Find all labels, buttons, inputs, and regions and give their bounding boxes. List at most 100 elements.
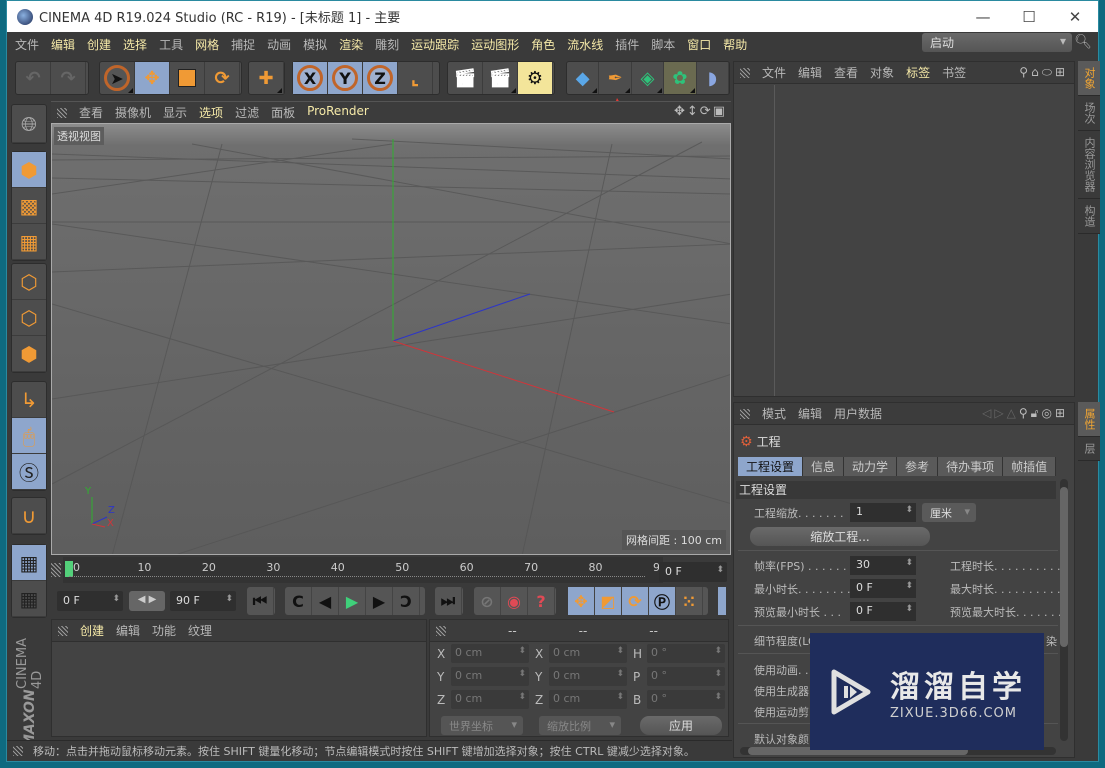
dock-tab-1[interactable]: 层	[1078, 437, 1100, 461]
material-menu-item-3[interactable]: 纹理	[188, 622, 212, 639]
dock-tab-0[interactable]: 属性	[1078, 402, 1100, 437]
tab-5[interactable]: 帧插值	[1003, 457, 1057, 476]
menu-item-13[interactable]: 角色	[531, 36, 555, 53]
panel-grip-icon[interactable]	[58, 625, 68, 636]
material-menu-item-0[interactable]: 创建	[80, 622, 104, 639]
menu-item-0[interactable]: 文件	[15, 36, 39, 53]
coord-value-field[interactable]: 0 cm	[451, 690, 529, 709]
viewport-menu-item-4[interactable]: 过滤	[235, 104, 259, 121]
layout-globe-button[interactable]: 🌐︎	[12, 105, 46, 143]
viewport-menu-item-0[interactable]: 查看	[79, 104, 103, 121]
end-frame-field[interactable]: 90 F	[170, 591, 236, 611]
tab-0[interactable]: 工程设置	[738, 457, 804, 476]
render-view-button[interactable]: 🎬︎	[448, 62, 483, 94]
back-forward-icon[interactable]: ◁▷	[982, 406, 1006, 420]
timeline-ruler[interactable]: 0102030405060708090	[63, 557, 667, 583]
range-slider[interactable]: ◀ ▶	[129, 591, 165, 611]
object-menu-item-2[interactable]: 查看	[834, 64, 858, 81]
z-axis-button[interactable]: Z	[363, 62, 398, 94]
menu-item-14[interactable]: 流水线	[567, 36, 603, 53]
key-parameter-button[interactable]: Ⓟ	[649, 587, 676, 615]
dock-tab-1[interactable]: 场次	[1078, 96, 1100, 131]
orbit-icon[interactable]: ⟳	[700, 104, 713, 119]
texture-mode-button[interactable]: ▩	[12, 188, 46, 224]
viewport-menu-item-3[interactable]: 选项	[199, 104, 223, 121]
panel-grip-icon[interactable]	[740, 67, 750, 78]
timeline-grip-icon[interactable]	[51, 563, 61, 577]
menu-item-18[interactable]: 帮助	[723, 36, 747, 53]
pan-icon[interactable]: ✥	[674, 104, 687, 119]
perspective-viewport[interactable]: Y Z X 透视视图 网格间距 : 100 cm	[51, 123, 731, 555]
apply-button[interactable]: 应用	[640, 716, 722, 735]
attribute-menu-item-2[interactable]: 用户数据	[834, 405, 882, 422]
prev-key-button[interactable]: C	[285, 587, 312, 615]
search-icon[interactable]: ⚲	[1019, 406, 1031, 420]
maximize-button[interactable]: ☐	[1006, 1, 1052, 32]
points-mode-button[interactable]: ⬡	[12, 264, 46, 300]
scale-project-button[interactable]: 缩放工程...	[750, 527, 930, 546]
menu-item-1[interactable]: 编辑	[51, 36, 75, 53]
keyframe-selection-button[interactable]: ?	[528, 587, 555, 615]
pen-spline-button[interactable]: ✒	[599, 62, 632, 94]
dock-tab-2[interactable]: 内容浏览器	[1078, 131, 1100, 199]
project-scale-field[interactable]: 1	[850, 503, 916, 522]
solo-button[interactable]: Ⓢ	[12, 454, 46, 490]
panel-grip-icon[interactable]	[740, 408, 750, 419]
prev-frame-button[interactable]: ◀	[312, 587, 339, 615]
attribute-menu-item-0[interactable]: 模式	[762, 405, 786, 422]
minimize-button[interactable]: —	[960, 1, 1006, 32]
nurbs-button[interactable]: ◈	[632, 62, 665, 94]
coord-space-dropdown[interactable]: 世界坐标	[441, 716, 523, 735]
search-icon[interactable]: 🔍︎	[1074, 34, 1092, 50]
menu-item-17[interactable]: 窗口	[687, 36, 711, 53]
tab-3[interactable]: 参考	[897, 457, 939, 476]
menu-item-7[interactable]: 动画	[267, 36, 291, 53]
menu-item-10[interactable]: 雕刻	[375, 36, 399, 53]
record-keys-button[interactable]: ⊘	[474, 587, 501, 615]
coord-value-field[interactable]: 0 °	[647, 690, 725, 709]
dock-tab-3[interactable]: 构造	[1078, 199, 1100, 234]
key-rotation-button[interactable]: ⟳	[622, 587, 649, 615]
search-icon[interactable]: ⚲	[1019, 65, 1031, 79]
y-axis-button[interactable]: Y	[328, 62, 363, 94]
next-key-button[interactable]: Ɔ	[393, 587, 420, 615]
workplane-align-button[interactable]: ▦	[12, 581, 46, 617]
move-tool-button[interactable]: ✥	[135, 62, 170, 94]
target-icon[interactable]: ◎	[1041, 406, 1054, 420]
x-axis-button[interactable]: X	[293, 62, 328, 94]
mograph-cloner-button[interactable]: ✿	[664, 62, 697, 94]
vertical-scrollbar[interactable]	[1060, 479, 1068, 741]
object-menu-item-4[interactable]: 标签	[906, 64, 930, 81]
menu-item-4[interactable]: 工具	[159, 36, 183, 53]
menu-item-3[interactable]: 选择	[123, 36, 147, 53]
menu-item-12[interactable]: 运动图形	[471, 36, 519, 53]
polygons-mode-button[interactable]: ⬢	[12, 336, 46, 372]
menu-item-2[interactable]: 创建	[87, 36, 111, 53]
scrollbar-thumb[interactable]	[1060, 487, 1068, 647]
viewport-menu-item-6[interactable]: ProRender	[307, 104, 369, 121]
coord-value-field[interactable]: 0 cm	[549, 644, 627, 663]
min-time-field[interactable]: 0 F	[850, 579, 916, 598]
panel-grip-icon[interactable]	[436, 625, 446, 636]
object-menu-item-0[interactable]: 文件	[762, 64, 786, 81]
workplane-mode-button[interactable]: ▦	[12, 224, 46, 260]
close-button[interactable]: ✕	[1052, 1, 1098, 32]
edges-mode-button[interactable]: ⬡	[12, 300, 46, 336]
next-frame-button[interactable]: ▶	[366, 587, 393, 615]
menu-item-6[interactable]: 捕捉	[231, 36, 255, 53]
up-icon[interactable]: △	[1007, 406, 1019, 420]
new-window-icon[interactable]: ⊞	[1055, 65, 1068, 79]
lock-icon[interactable]: 🔓︎	[1031, 406, 1042, 420]
menu-item-5[interactable]: 网格	[195, 36, 219, 53]
coordinate-system-button[interactable]: ⌞	[398, 62, 433, 94]
autokey-button[interactable]: ◉	[501, 587, 528, 615]
key-pla-button[interactable]: ⁙	[676, 587, 703, 615]
tab-4[interactable]: 待办事项	[938, 457, 1004, 476]
toggle-view-icon[interactable]: ▣	[713, 104, 727, 119]
rotate-tool-button[interactable]: ⟳	[205, 62, 240, 94]
panel-grip-icon[interactable]	[57, 107, 67, 118]
snap-button[interactable]: ∪	[12, 498, 46, 534]
lock-workplane-button[interactable]: ▦	[12, 545, 46, 581]
home-icon[interactable]: ⌂	[1031, 65, 1042, 79]
object-menu-item-3[interactable]: 对象	[870, 64, 894, 81]
